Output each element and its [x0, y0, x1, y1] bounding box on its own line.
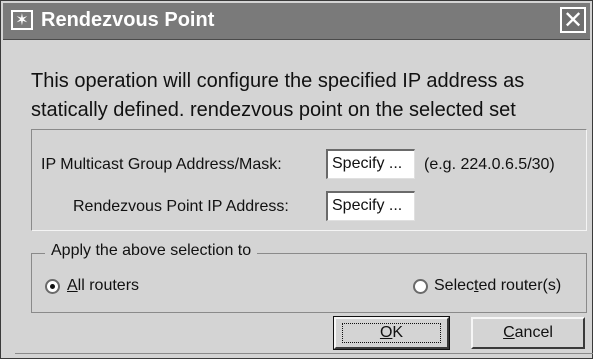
multicast-address-input[interactable]: Specify ...: [326, 149, 415, 179]
cancel-mnemonic: C: [503, 324, 515, 341]
cancel-label-suffix: ancel: [514, 324, 553, 341]
selected-routers-label-suffix: ed router(s): [478, 277, 562, 294]
rp-address-input[interactable]: Specify ...: [326, 191, 415, 221]
selected-routers-label-prefix: Selec: [434, 277, 475, 294]
apply-groupbox-legend: Apply the above selection to: [45, 242, 258, 260]
selected-routers-label[interactable]: Selected router(s): [434, 277, 561, 295]
title-bar[interactable]: ✶ Rendezvous Point ✕: [3, 3, 590, 40]
star-icon: ✶: [11, 10, 33, 30]
radio-selected-dot: [50, 284, 55, 289]
rendezvous-point-dialog: ✶ Rendezvous Point ✕ This operation will…: [0, 0, 593, 359]
cancel-button[interactable]: Cancel: [471, 317, 585, 349]
all-routers-mnemonic: A: [67, 277, 78, 294]
all-routers-label[interactable]: All routers: [67, 277, 139, 295]
rp-address-label: Rendezvous Point IP Address:: [73, 198, 289, 215]
focus-rectangle: [342, 323, 441, 343]
multicast-address-label: IP Multicast Group Address/Mask:: [41, 156, 282, 173]
description-text: This operation will configure the specif…: [31, 70, 525, 121]
all-routers-label-suffix: ll routers: [77, 277, 140, 294]
all-routers-radio[interactable]: [45, 279, 60, 294]
multicast-example-text: (e.g. 224.0.6.5/30): [424, 156, 555, 173]
bottom-divider: [15, 353, 593, 354]
ok-button[interactable]: OK: [333, 316, 450, 350]
close-button[interactable]: ✕: [560, 7, 586, 33]
selected-routers-radio[interactable]: [413, 279, 428, 294]
window-title: Rendezvous Point: [41, 9, 215, 31]
close-icon: ✕: [562, 6, 584, 34]
